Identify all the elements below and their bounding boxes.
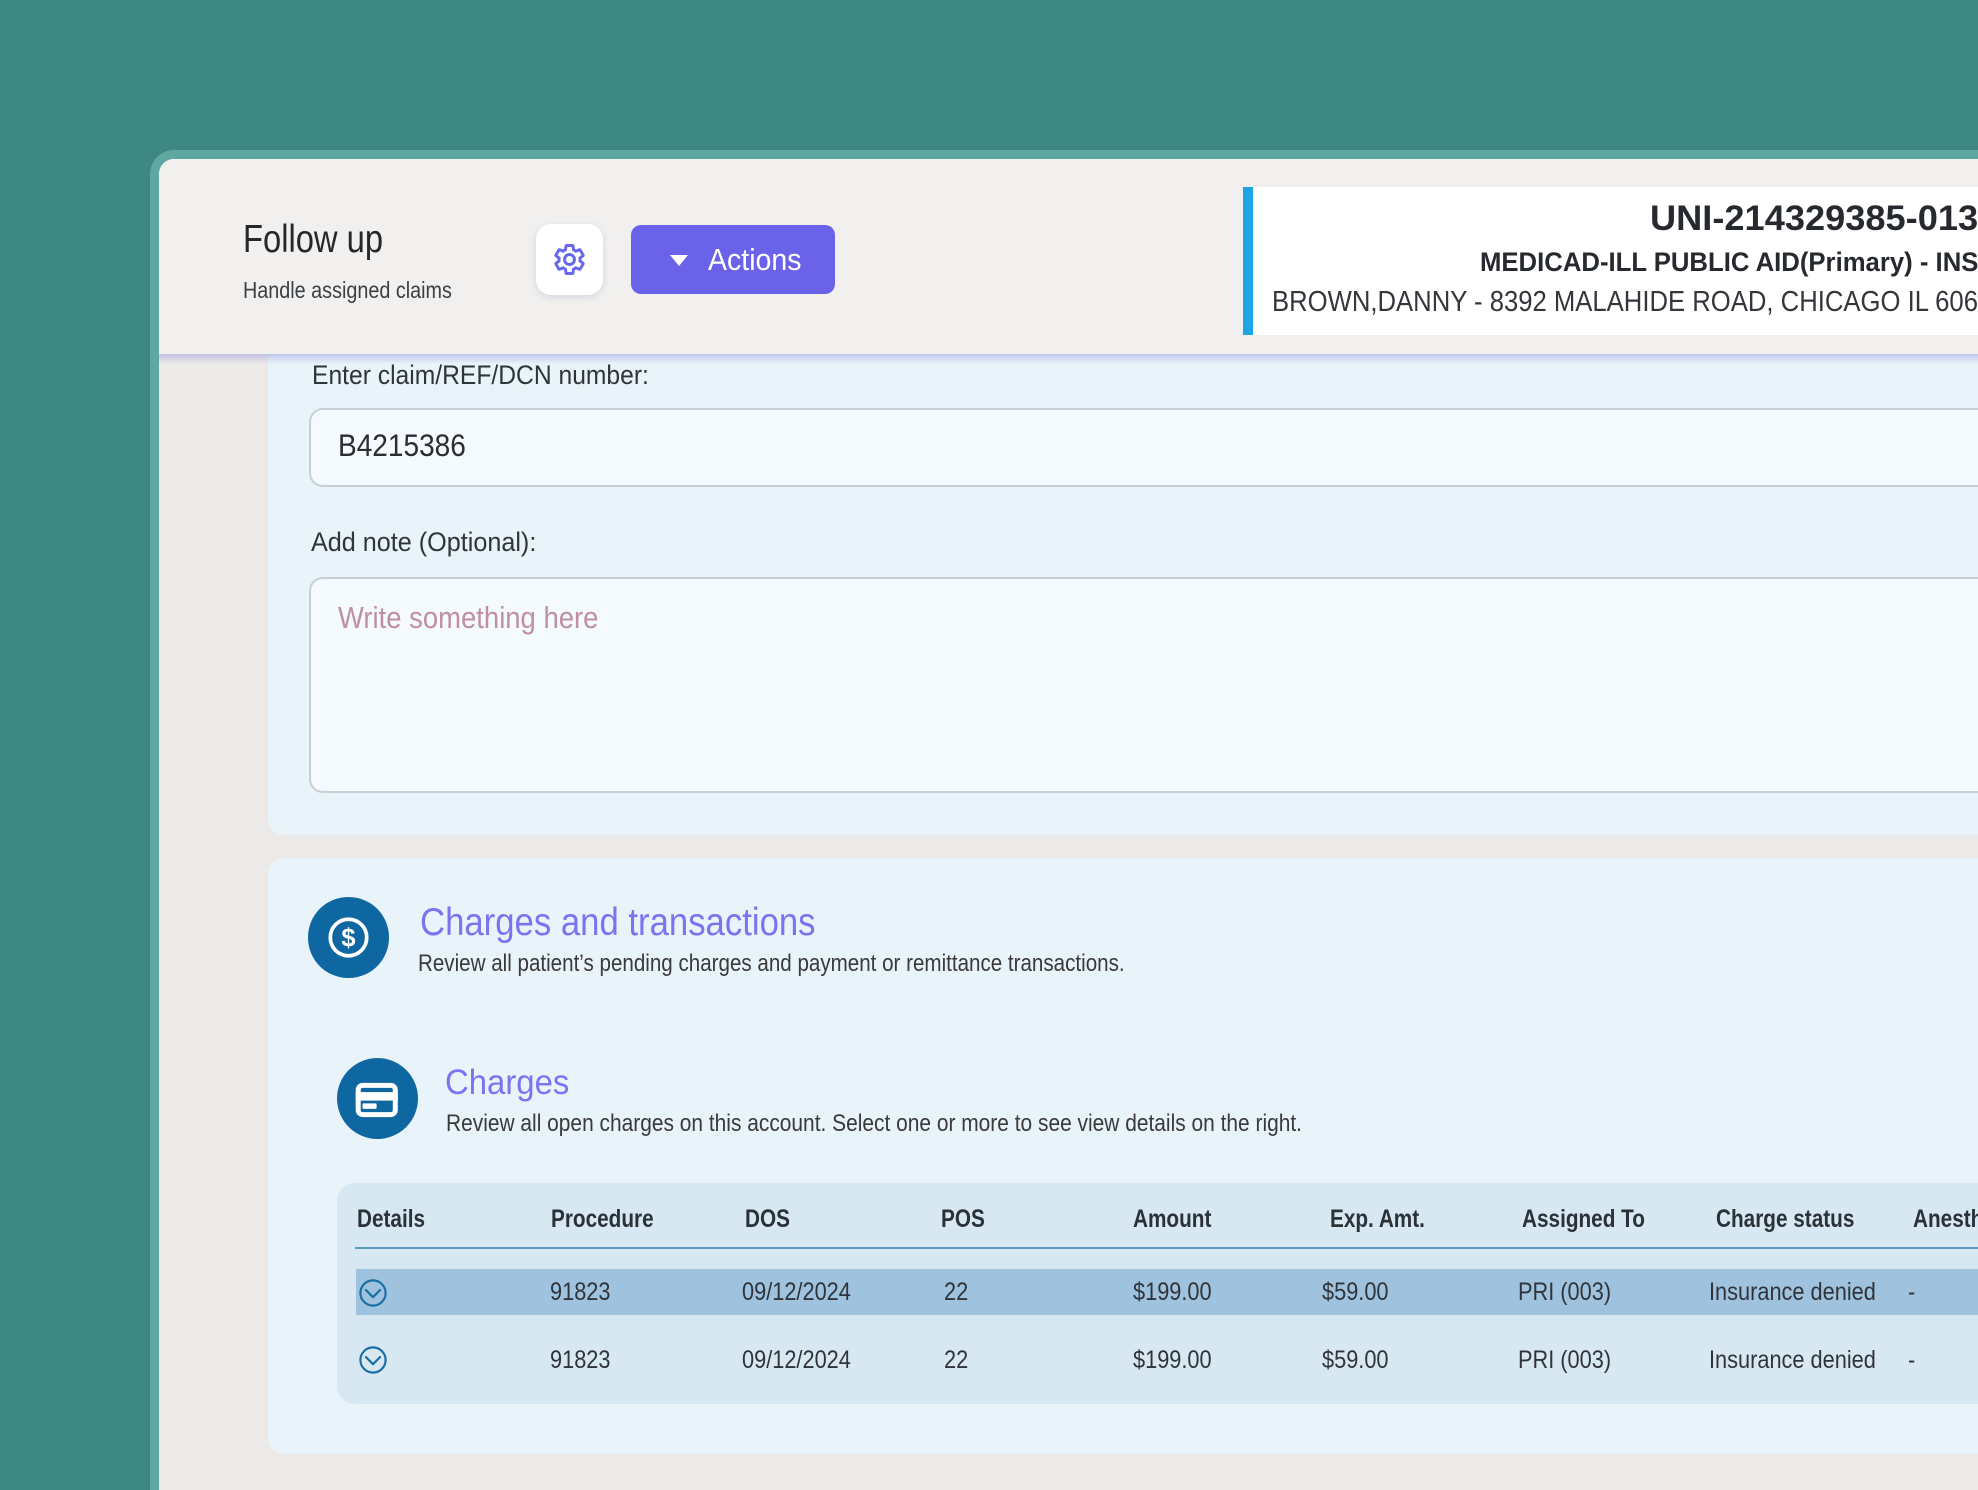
svg-text:$: $: [341, 925, 355, 953]
